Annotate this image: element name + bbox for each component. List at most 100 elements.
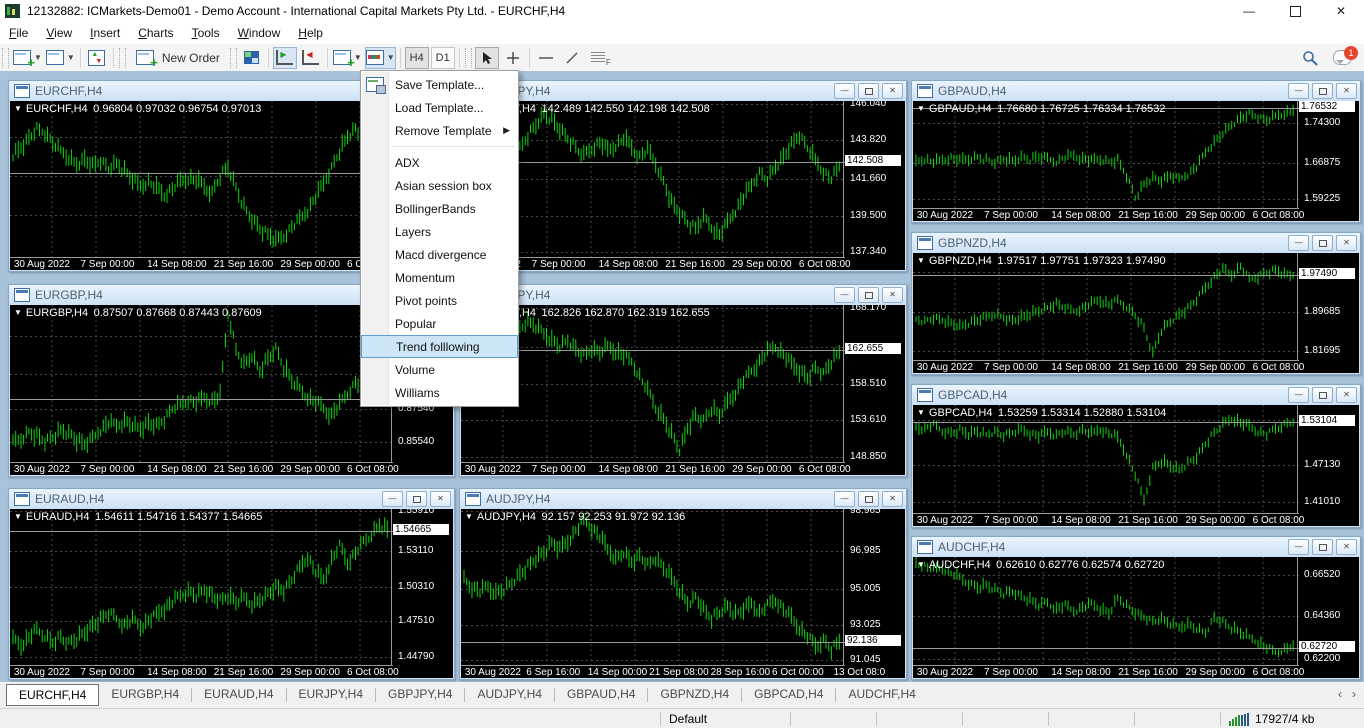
symbol-dropdown-icon[interactable]: ▼ — [917, 256, 925, 265]
time-axis[interactable]: 30 Aug 20226 Sep 16:0014 Sep 00:0021 Sep… — [461, 665, 845, 678]
symbol-dropdown-icon[interactable]: ▼ — [14, 512, 22, 521]
close-button[interactable]: ✕ — [1318, 0, 1364, 22]
menu-item-momentum[interactable]: Momentum — [361, 266, 518, 289]
tab-audchf-h4[interactable]: AUDCHF,H4 — [836, 684, 927, 704]
time-axis[interactable]: 30 Aug 20227 Sep 00:0014 Sep 08:0021 Sep… — [913, 513, 1299, 526]
search-icon[interactable] — [1301, 49, 1319, 67]
menubar-item-file[interactable]: File — [0, 23, 37, 43]
tab-gbpnzd-h4[interactable]: GBPNZD,H4 — [648, 684, 741, 704]
time-axis[interactable]: 30 Aug 20227 Sep 00:0014 Sep 08:0021 Sep… — [913, 208, 1299, 221]
period-d1-button[interactable]: D1 — [431, 47, 455, 69]
minimize-button[interactable]: — — [1226, 0, 1272, 22]
profiles-button[interactable]: ▼ — [45, 47, 76, 69]
tab-scroll-right-icon[interactable]: › — [1352, 687, 1356, 701]
chart-maximize-button[interactable] — [1312, 83, 1333, 99]
chart-close-button[interactable]: ✕ — [1336, 83, 1357, 99]
chart-area[interactable]: ▼GBPJPY,H4 162.826 162.870 162.319 162.6… — [461, 305, 905, 475]
fibonacci-button[interactable] — [586, 47, 610, 69]
tab-audjpy-h4[interactable]: AUDJPY,H4 — [465, 684, 553, 704]
tab-eurchf-h4[interactable]: EURCHF,H4 — [6, 684, 99, 706]
profile-cell[interactable]: Default — [660, 712, 790, 726]
menu-item-layers[interactable]: Layers — [361, 220, 518, 243]
price-axis[interactable]: 98.96596.98595.00593.02591.04592.136 — [843, 509, 905, 665]
price-axis[interactable]: 1.896851.816951.97490 — [1297, 253, 1359, 360]
menu-item-popular[interactable]: Popular — [361, 312, 518, 335]
symbol-dropdown-icon[interactable]: ▼ — [14, 104, 22, 113]
price-axis[interactable]: 1.743001.668751.592251.76532 — [1297, 101, 1359, 208]
menubar-item-tools[interactable]: Tools — [183, 23, 229, 43]
chart-window-titlebar[interactable]: EURAUD,H4—✕ — [9, 489, 454, 509]
menu-item-macd-divergence[interactable]: Macd divergence — [361, 243, 518, 266]
time-axis[interactable]: 30 Aug 20227 Sep 00:0014 Sep 08:0021 Sep… — [913, 360, 1299, 373]
chart-minimize-button[interactable]: — — [1288, 235, 1309, 251]
menu-item-williams[interactable]: Williams — [361, 381, 518, 404]
tile-windows-button[interactable] — [240, 47, 264, 69]
symbol-dropdown-icon[interactable]: ▼ — [14, 308, 22, 317]
trendline-button[interactable] — [560, 47, 584, 69]
menu-item-save-template[interactable]: Save Template... — [361, 73, 518, 96]
chart-maximize-button[interactable] — [858, 83, 879, 99]
tab-gbpaud-h4[interactable]: GBPAUD,H4 — [555, 684, 647, 704]
toolbar-grip[interactable] — [230, 48, 237, 68]
menu-item-asian-session-box[interactable]: Asian session box — [361, 174, 518, 197]
menu-item-trend-folllowing[interactable]: Trend folllowing — [361, 335, 518, 358]
chart-close-button[interactable]: ✕ — [1336, 235, 1357, 251]
chart-window-titlebar[interactable]: EURJPY,H4—✕ — [460, 81, 906, 101]
chart-minimize-button[interactable]: — — [1288, 539, 1309, 555]
symbol-dropdown-icon[interactable]: ▼ — [917, 104, 925, 113]
auto-scroll-button[interactable] — [273, 47, 297, 69]
toolbar-grip[interactable] — [119, 48, 126, 68]
horizontal-line-button[interactable] — [534, 47, 558, 69]
tab-eurgbp-h4[interactable]: EURGBP,H4 — [99, 684, 191, 704]
chart-close-button[interactable]: ✕ — [882, 287, 903, 303]
chart-window-titlebar[interactable]: AUDCHF,H4—✕ — [912, 537, 1360, 557]
market-watch-button[interactable] — [85, 47, 109, 69]
chart-maximize-button[interactable] — [858, 491, 879, 507]
chart-area[interactable]: ▼GBPNZD,H4 1.97517 1.97751 1.97323 1.974… — [913, 253, 1359, 373]
tab-euraud-h4[interactable]: EURAUD,H4 — [192, 684, 285, 704]
chart-area[interactable]: ▼EURAUD,H4 1.54611 1.54716 1.54377 1.546… — [10, 509, 453, 678]
tab-eurjpy-h4[interactable]: EURJPY,H4 — [287, 684, 375, 704]
menubar-item-window[interactable]: Window — [229, 23, 290, 43]
toolbar-grip[interactable] — [2, 48, 9, 68]
menu-item-volume[interactable]: Volume — [361, 358, 518, 381]
menu-item-load-template[interactable]: Load Template... — [361, 96, 518, 119]
price-axis[interactable]: 1.471301.410101.53104 — [1297, 405, 1359, 513]
chart-window-titlebar[interactable]: GBPNZD,H4—✕ — [912, 233, 1360, 253]
indicators-button[interactable]: ▼ — [332, 47, 363, 69]
chart-area[interactable]: ▼AUDCHF,H4 0.62610 0.62776 0.62574 0.627… — [913, 557, 1359, 678]
symbol-dropdown-icon[interactable]: ▼ — [465, 512, 473, 521]
toolbar-grip[interactable] — [465, 48, 472, 68]
templates-button[interactable]: ▼ — [365, 47, 396, 69]
chart-window-titlebar[interactable]: AUDJPY,H4—✕ — [460, 489, 906, 509]
price-axis[interactable]: 0.665200.643600.622000.62720 — [1297, 557, 1359, 665]
price-axis[interactable]: 146.040143.820141.660139.500137.340142.5… — [843, 101, 905, 257]
cursor-button[interactable] — [475, 47, 499, 69]
chart-area[interactable]: ▼GBPCAD,H4 1.53259 1.53314 1.52880 1.531… — [913, 405, 1359, 526]
chart-minimize-button[interactable]: — — [834, 287, 855, 303]
menubar-item-help[interactable]: Help — [289, 23, 332, 43]
time-axis[interactable]: 30 Aug 20227 Sep 00:0014 Sep 08:0021 Sep… — [10, 665, 393, 678]
menu-item-remove-template[interactable]: Remove Template▶ — [361, 119, 518, 142]
tab-gbpjpy-h4[interactable]: GBPJPY,H4 — [376, 684, 464, 704]
crosshair-button[interactable] — [501, 47, 525, 69]
chart-area[interactable]: ▼AUDJPY,H4 92.157 92.253 91.972 92.13698… — [461, 509, 905, 678]
price-axis[interactable]: 1.559101.531101.503101.475101.447901.546… — [391, 509, 453, 665]
menubar-item-insert[interactable]: Insert — [81, 23, 129, 43]
chart-close-button[interactable]: ✕ — [882, 83, 903, 99]
chart-minimize-button[interactable]: — — [1288, 83, 1309, 99]
new-order-button[interactable]: New Order — [129, 47, 227, 69]
chart-window-titlebar[interactable]: GBPCAD,H4—✕ — [912, 385, 1360, 405]
chart-maximize-button[interactable] — [1312, 387, 1333, 403]
price-axis[interactable]: 168.170158.510153.610148.850162.655 — [843, 305, 905, 462]
chart-close-button[interactable]: ✕ — [1336, 387, 1357, 403]
time-axis[interactable]: 30 Aug 20227 Sep 00:0014 Sep 08:0021 Sep… — [913, 665, 1299, 678]
chart-area[interactable]: ▼EURJPY,H4 142.489 142.550 142.198 142.5… — [461, 101, 905, 270]
menubar-item-charts[interactable]: Charts — [129, 23, 182, 43]
chart-area[interactable]: ▼GBPAUD,H4 1.76680 1.76725 1.76334 1.765… — [913, 101, 1359, 221]
period-h4-button[interactable]: H4 — [405, 47, 429, 69]
chart-maximize-button[interactable] — [858, 287, 879, 303]
time-axis[interactable]: 30 Aug 20227 Sep 00:0014 Sep 08:0021 Sep… — [10, 257, 393, 270]
chart-maximize-button[interactable] — [1312, 235, 1333, 251]
time-axis[interactable]: 30 Aug 20227 Sep 00:0014 Sep 08:0021 Sep… — [461, 462, 845, 475]
